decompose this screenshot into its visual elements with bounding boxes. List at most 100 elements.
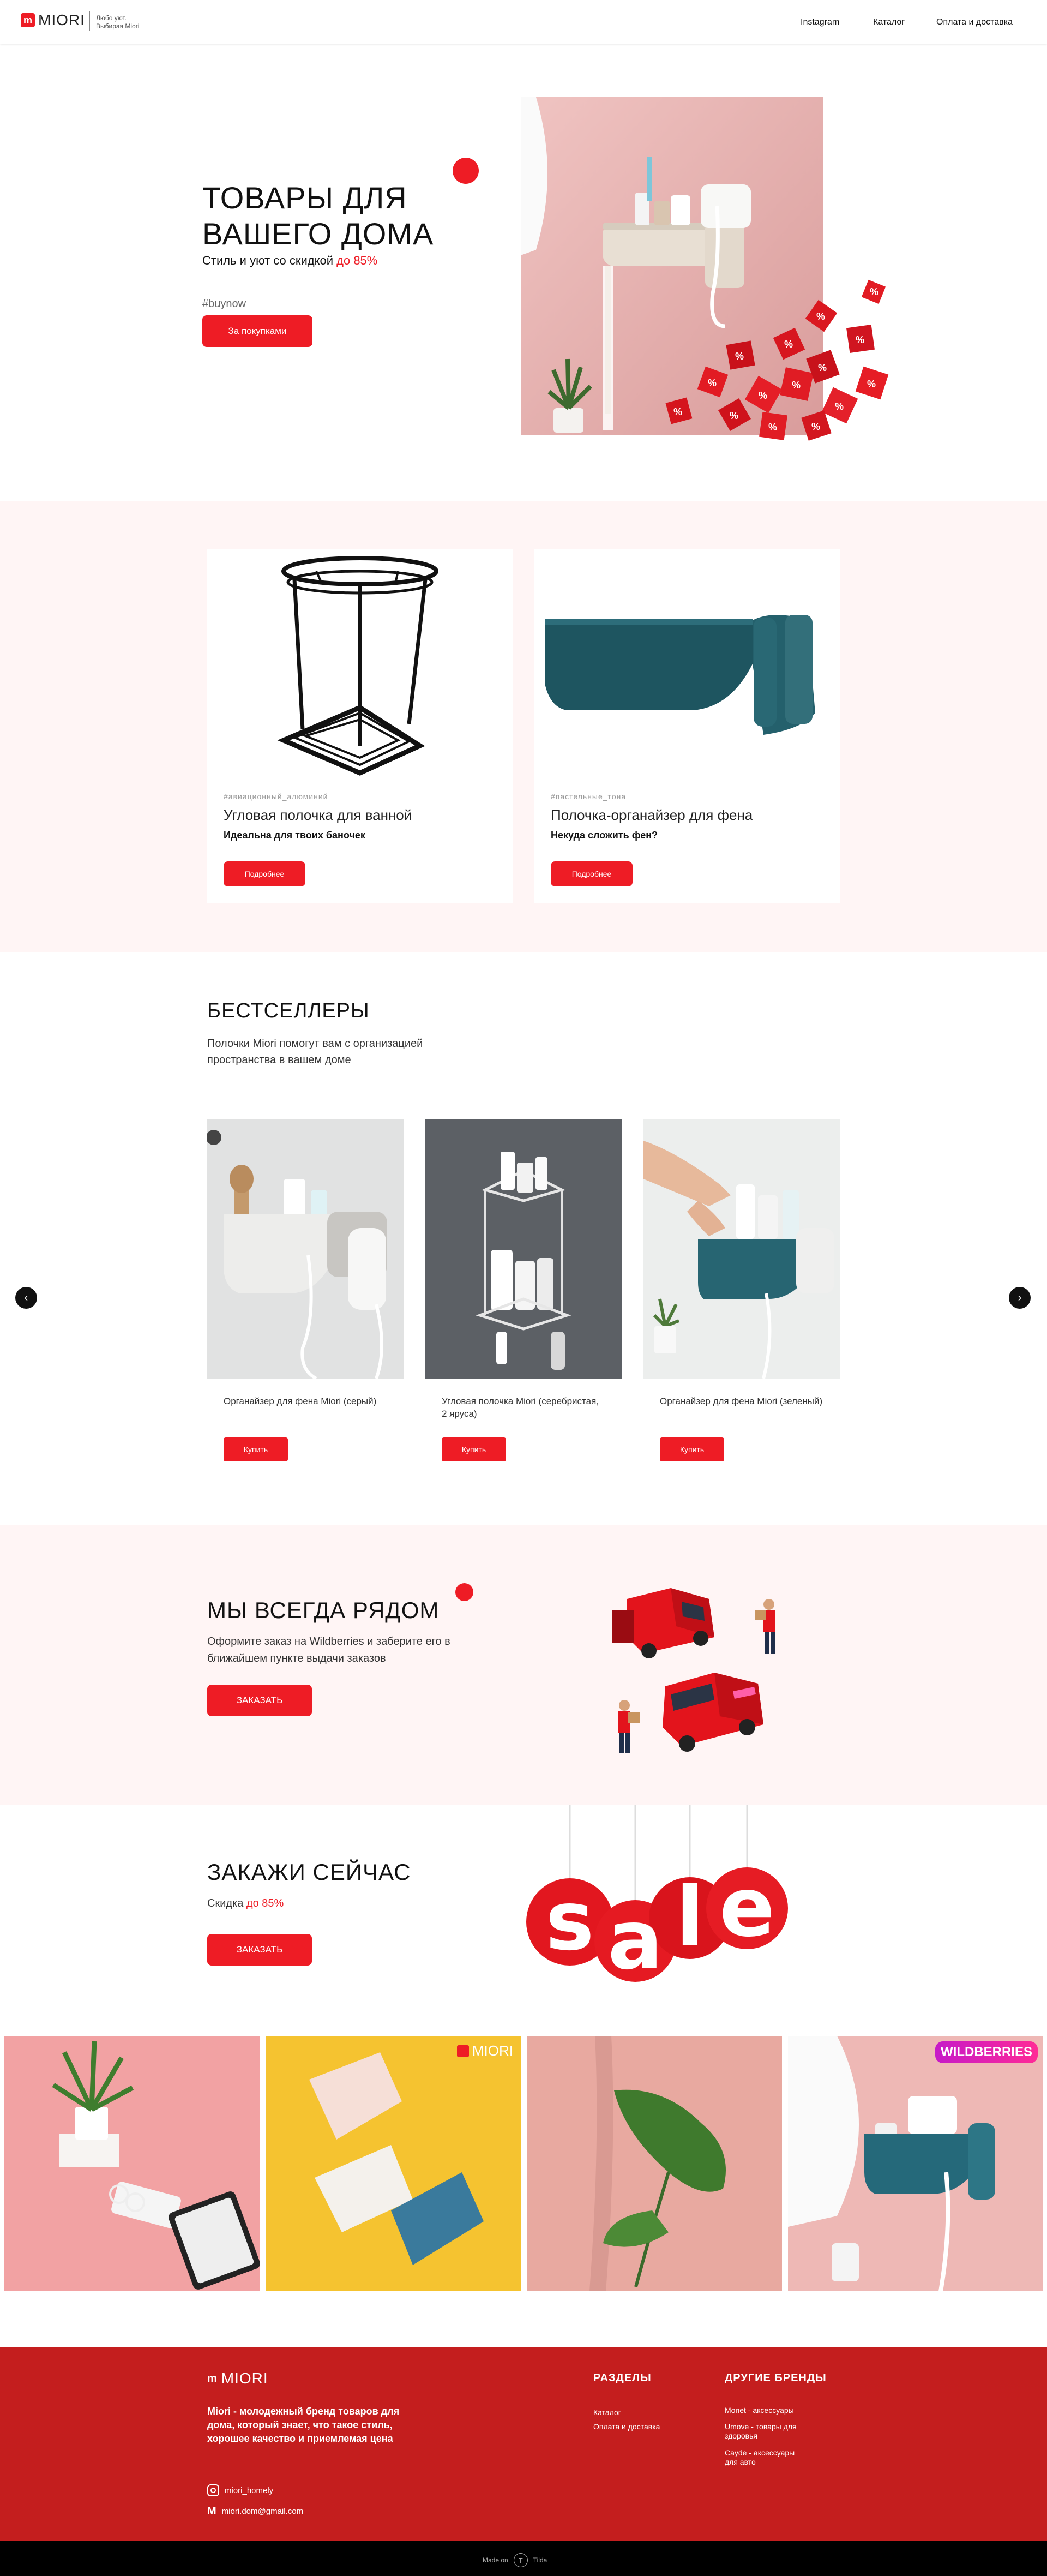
svg-text:%: % (835, 401, 844, 412)
buy-button[interactable]: Купить (660, 1437, 724, 1461)
tilda-icon: T (513, 2553, 528, 2567)
promo-card: #авиационный_алюминий Угловая полочка дл… (207, 549, 513, 903)
card-title: Полочка-органайзер для фена (551, 807, 753, 823)
shelves-illustration (266, 2036, 521, 2291)
hero-image: %%% %%% %%% %%% %%% (521, 97, 889, 441)
gallery-image-leaf[interactable] (527, 2036, 782, 2291)
sale-tags-image: s a l e (526, 1805, 788, 1988)
card-hashtag: #пастельные_тона (551, 792, 627, 801)
promo-section: #авиационный_алюминий Угловая полочка дл… (0, 501, 1047, 952)
nav-instagram[interactable]: Instagram (801, 17, 839, 27)
mail-icon: M (207, 2505, 216, 2517)
footer-brand-link[interactable]: Umove - товары для здоровья (725, 2422, 807, 2441)
discount-text: Скидка до 85% (207, 1897, 284, 1909)
sale-letter: l (676, 1870, 703, 1965)
gallery-image-plant-phone[interactable] (4, 2036, 260, 2291)
site-header: m MIORI Любо уют. Выбирая Miori Instagra… (0, 0, 1047, 44)
bestsellers-section: БЕСТСЕЛЛЕРЫ Полочки Miori помогут вам с … (0, 952, 1047, 1525)
product-name[interactable]: Органайзер для фена Miori (серый) (224, 1395, 387, 1407)
logo-mark (456, 2045, 469, 2057)
sale-letter: a (607, 1893, 663, 1988)
svg-text:%: % (673, 406, 682, 417)
svg-text:%: % (708, 378, 717, 388)
made-on-tilda[interactable]: Made on T Tilda (483, 2553, 547, 2567)
hero-title: ТОВАРЫ ДЛЯ ВАШЕГО ДОМА (202, 181, 434, 251)
carousel-next-arrow[interactable]: › (1009, 1287, 1031, 1309)
svg-text:%: % (784, 339, 793, 350)
card-hashtag: #авиационный_алюминий (224, 792, 328, 801)
product-image[interactable] (207, 1119, 404, 1379)
delivery-section: МЫ ВСЕГДА РЯДОМ Оформите заказ на Wildbe… (0, 1525, 1047, 1805)
nav-payment-delivery[interactable]: Оплата и доставка (936, 17, 1013, 27)
hero-subtitle: Стиль и уют со скидкой до 85% (202, 254, 378, 267)
product-card: Органайзер для фена Miori (зеленый) Купи… (643, 1119, 840, 1468)
order-now-button[interactable]: ЗАКАЗАТЬ (207, 1934, 312, 1966)
site-footer: m MIORI Miori - молодежный бренд товаров… (0, 2347, 1047, 2541)
section-title: ЗАКАЖИ СЕЙЧАС (207, 1859, 411, 1885)
card-description: Некуда сложить фен? (551, 830, 658, 841)
logo-divider (89, 11, 90, 31)
gallery-image-wb-shelf[interactable]: WILDBERRIES (788, 2036, 1043, 2291)
gallery-image-miori-shelves[interactable]: MIORI (266, 2036, 521, 2291)
product-name[interactable]: Угловая полочка Miori (серебристая, 2 яр… (442, 1395, 605, 1420)
wb-shelf-illustration (788, 2036, 1043, 2291)
footer-logo[interactable]: m MIORI (207, 2370, 268, 2387)
svg-text:%: % (730, 410, 738, 421)
details-button[interactable]: Подробнее (224, 861, 305, 886)
product-card: Органайзер для фена Miori (серый) Купить (207, 1119, 404, 1468)
svg-text:%: % (735, 351, 744, 362)
footer-about: Miori - молодежный бренд товаров для дом… (207, 2406, 400, 2444)
hero-hashtag: #buynow (202, 298, 246, 310)
section-title: МЫ ВСЕГДА РЯДОМ (207, 1597, 440, 1623)
decor-red-dot (453, 158, 479, 184)
details-button[interactable]: Подробнее (551, 861, 633, 886)
product-card: Угловая полочка Miori (серебристая, 2 яр… (425, 1119, 622, 1468)
carousel-prev-arrow[interactable]: ‹ (15, 1287, 37, 1309)
card-description: Идеальна для твоих баночек (224, 830, 365, 841)
footer-email[interactable]: M miori.dom@gmail.com (207, 2505, 303, 2518)
section-description: Оформите заказ на Wildberries и заберите… (207, 1636, 450, 1664)
gallery-section: MIORI WILDBERRIES (0, 2036, 1047, 2292)
svg-text:%: % (856, 334, 864, 345)
shop-button[interactable]: За покупками (202, 315, 312, 347)
product-image[interactable] (643, 1119, 840, 1379)
footer-instagram[interactable]: miori_homely (207, 2484, 273, 2496)
svg-text:%: % (867, 379, 876, 390)
footer-link-payment[interactable]: Оплата и доставка (593, 2422, 660, 2431)
svg-text:%: % (792, 380, 801, 391)
sale-letter: e (719, 1860, 775, 1955)
buy-button[interactable]: Купить (442, 1437, 506, 1461)
hair-dryer-shelf-image (545, 615, 815, 735)
logo-mark: m (207, 2372, 217, 2385)
hero-section: ТОВАРЫ ДЛЯ ВАШЕГО ДОМА Стиль и уют со ск… (0, 44, 1047, 501)
buy-button[interactable]: Купить (224, 1437, 288, 1461)
made-on-bar: Made on T Tilda (0, 2541, 1047, 2576)
wildberries-badge: WILDBERRIES (935, 2041, 1038, 2063)
footer-brand-link[interactable]: Cayde - аксессуары для авто (725, 2448, 807, 2467)
svg-text:%: % (811, 421, 820, 432)
footer-brand-link[interactable]: Monet - аксессуары (725, 2406, 807, 2415)
order-now-section: ЗАКАЖИ СЕЙЧАС Скидка до 85% ЗАКАЗАТЬ s a… (0, 1805, 1047, 2036)
logo-mark[interactable]: m (21, 13, 35, 27)
svg-text:%: % (818, 362, 827, 373)
nav-catalog[interactable]: Каталог (873, 17, 905, 27)
section-title: БЕСТСЕЛЛЕРЫ (207, 999, 370, 1022)
corner-shelf-image (277, 556, 438, 776)
product-name[interactable]: Органайзер для фена Miori (зеленый) (660, 1395, 823, 1407)
footer-link-catalog[interactable]: Каталог (593, 2408, 621, 2417)
section-description: Полочки Miori помогут вам с организацией… (207, 1038, 423, 1066)
promo-card: #пастельные_тона Полочка-органайзер для … (534, 549, 840, 903)
miori-badge: MIORI (456, 2042, 513, 2059)
svg-text:%: % (870, 286, 878, 297)
order-button[interactable]: ЗАКАЗАТЬ (207, 1685, 312, 1716)
logo-text[interactable]: MIORI (38, 11, 85, 29)
product-image[interactable] (425, 1119, 622, 1379)
footer-sections-title: РАЗДЕЛЫ (593, 2372, 652, 2384)
delivery-illustration (612, 1588, 775, 1753)
decor-red-dot (455, 1583, 473, 1601)
svg-text:%: % (816, 311, 825, 322)
instagram-icon (207, 2484, 219, 2496)
logo-tagline: Любо уют. Выбирая Miori (96, 14, 140, 30)
sale-letter: s (545, 1874, 594, 1969)
svg-text:%: % (768, 422, 777, 433)
